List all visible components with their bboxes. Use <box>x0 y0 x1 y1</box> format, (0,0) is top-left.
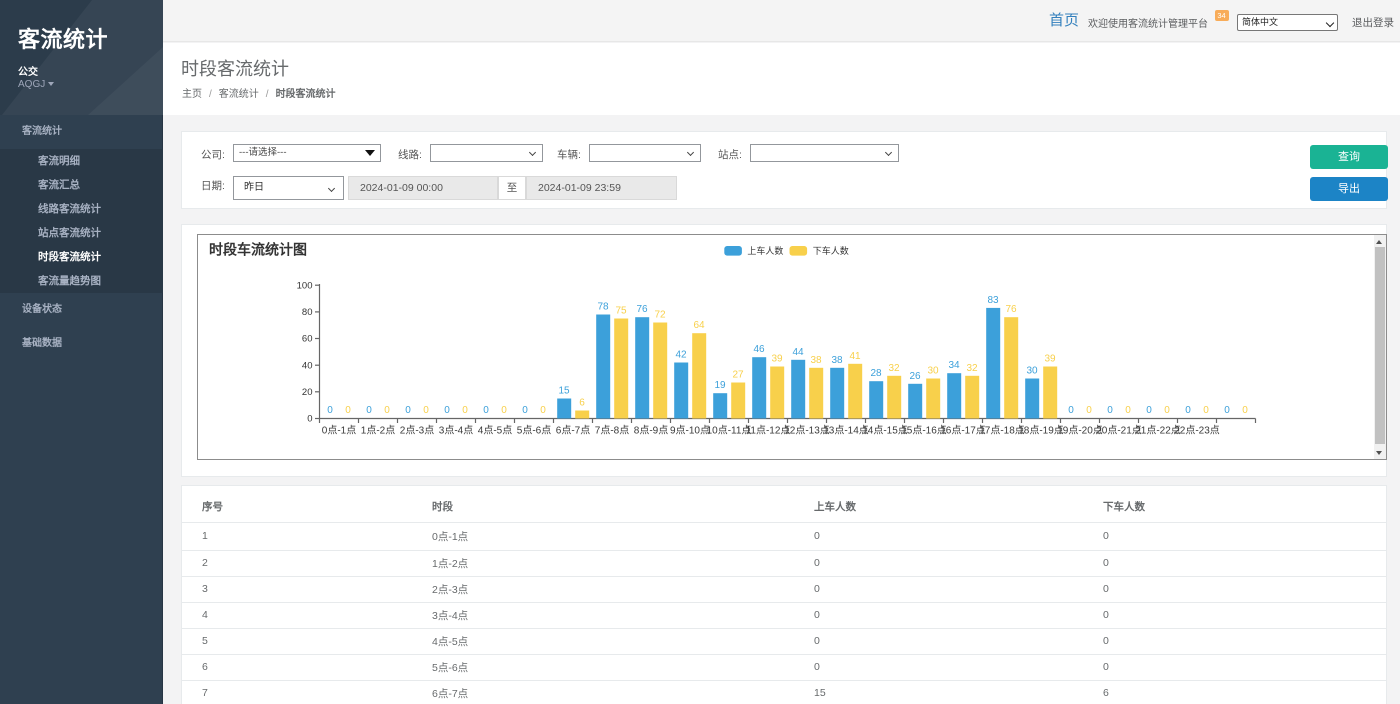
svg-text:27: 27 <box>732 370 744 381</box>
svg-text:28: 28 <box>870 368 882 379</box>
svg-text:0: 0 <box>1164 405 1170 416</box>
svg-text:39: 39 <box>1044 354 1056 365</box>
svg-text:0: 0 <box>1086 405 1092 416</box>
svg-text:0: 0 <box>366 405 372 416</box>
svg-text:0: 0 <box>1146 405 1152 416</box>
svg-text:0: 0 <box>345 405 351 416</box>
svg-text:38: 38 <box>831 355 843 366</box>
svg-text:0: 0 <box>384 405 390 416</box>
svg-text:0: 0 <box>444 405 450 416</box>
svg-text:0: 0 <box>1185 405 1191 416</box>
svg-text:76: 76 <box>1005 304 1017 315</box>
svg-text:0: 0 <box>307 414 312 425</box>
svg-text:0: 0 <box>1125 405 1131 416</box>
svg-text:8点-9点: 8点-9点 <box>634 425 668 437</box>
svg-text:40: 40 <box>302 360 313 371</box>
svg-text:上车人数: 上车人数 <box>747 245 783 256</box>
svg-text:76: 76 <box>636 304 648 315</box>
svg-text:1点-2点: 1点-2点 <box>361 425 395 437</box>
svg-text:6点-7点: 6点-7点 <box>556 425 590 437</box>
svg-text:0点-1点: 0点-1点 <box>322 425 356 437</box>
svg-text:0: 0 <box>501 405 507 416</box>
svg-text:80: 80 <box>302 307 313 318</box>
svg-text:30: 30 <box>1026 366 1038 377</box>
svg-text:0: 0 <box>1107 405 1113 416</box>
svg-text:0: 0 <box>1068 405 1074 416</box>
svg-text:19: 19 <box>714 380 726 391</box>
svg-text:39: 39 <box>771 354 783 365</box>
svg-text:32: 32 <box>888 363 900 374</box>
svg-text:0: 0 <box>522 405 528 416</box>
svg-text:100: 100 <box>297 280 313 291</box>
svg-text:0: 0 <box>1242 405 1248 416</box>
svg-text:2点-3点: 2点-3点 <box>400 425 434 437</box>
svg-text:7点-8点: 7点-8点 <box>595 425 629 437</box>
svg-text:78: 78 <box>597 302 609 313</box>
svg-text:0: 0 <box>327 405 333 416</box>
svg-text:41: 41 <box>849 351 861 362</box>
svg-text:3点-4点: 3点-4点 <box>439 425 473 437</box>
svg-text:22点-23点: 22点-23点 <box>1174 425 1220 437</box>
svg-text:38: 38 <box>810 355 822 366</box>
svg-text:9点-10点: 9点-10点 <box>670 425 710 437</box>
svg-text:0: 0 <box>462 405 468 416</box>
svg-text:时段车流统计图: 时段车流统计图 <box>209 242 307 258</box>
svg-text:60: 60 <box>302 334 313 345</box>
svg-text:26: 26 <box>909 371 921 382</box>
svg-text:下车人数: 下车人数 <box>813 245 849 256</box>
svg-text:46: 46 <box>753 344 765 355</box>
svg-text:20: 20 <box>302 387 313 398</box>
svg-text:0: 0 <box>483 405 489 416</box>
svg-text:83: 83 <box>987 295 999 306</box>
svg-text:44: 44 <box>792 347 804 358</box>
svg-text:15: 15 <box>558 386 570 397</box>
svg-text:5点-6点: 5点-6点 <box>517 425 551 437</box>
svg-text:42: 42 <box>675 350 687 361</box>
svg-text:0: 0 <box>423 405 429 416</box>
svg-text:0: 0 <box>405 405 411 416</box>
svg-text:6: 6 <box>579 398 585 409</box>
svg-text:75: 75 <box>615 306 627 317</box>
svg-text:0: 0 <box>540 405 546 416</box>
svg-text:0: 0 <box>1203 405 1209 416</box>
svg-text:30: 30 <box>927 366 939 377</box>
svg-text:4点-5点: 4点-5点 <box>478 425 512 437</box>
svg-text:0: 0 <box>1224 405 1230 416</box>
svg-text:72: 72 <box>654 310 666 321</box>
svg-text:34: 34 <box>948 360 960 371</box>
svg-text:32: 32 <box>966 363 978 374</box>
svg-text:64: 64 <box>693 320 705 331</box>
